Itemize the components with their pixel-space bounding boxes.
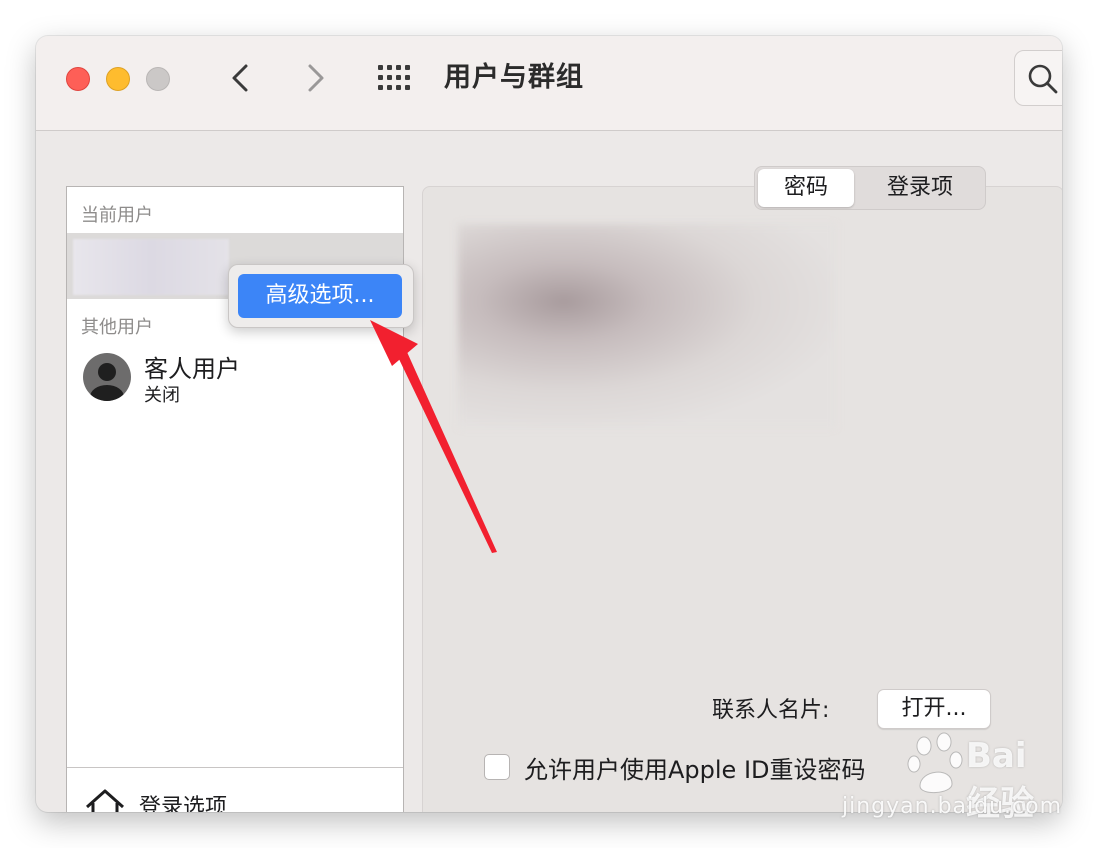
annotation-arrow-icon: [370, 320, 497, 553]
baidu-jingyan-watermark: Bai 经验 jingyan.baidu.com: [826, 728, 1061, 824]
paw-logo-icon: [907, 732, 963, 793]
watermark-url: jingyan.baidu.com: [842, 794, 1063, 819]
